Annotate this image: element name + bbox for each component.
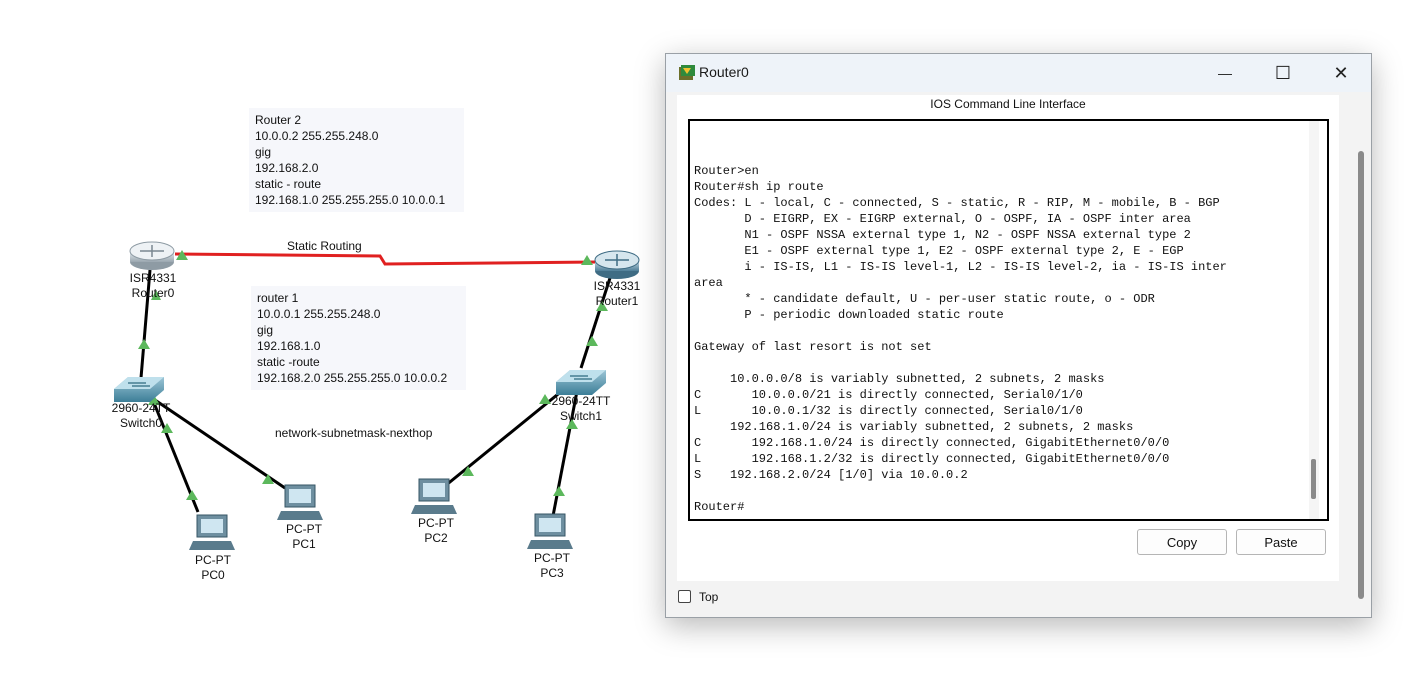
terminal-scroll-thumb[interactable]: [1311, 459, 1316, 499]
cli-heading: IOS Command Line Interface: [930, 97, 1086, 111]
terminal-line: 10.0.0.0/8 is variably subnetted, 2 subn…: [694, 372, 1105, 386]
close-icon: ✕: [1333, 62, 1349, 83]
device-model: PC-PT: [195, 553, 231, 567]
terminal-line: L 192.168.1.2/32 is directly connected, …: [694, 452, 1170, 466]
note-line: static - route: [255, 177, 322, 191]
device-name: Switch1: [559, 409, 603, 423]
terminal-line: S 192.168.2.0/24 [1/0] via 10.0.0.2: [694, 468, 968, 482]
switch0-icon[interactable]: [114, 377, 164, 402]
pc3-label: PC-PT PC3: [534, 551, 570, 581]
terminal-line: D - EIGRP, EX - EIGRP external, O - OSPF…: [694, 212, 1191, 226]
terminal-line: P - periodic downloaded static route: [694, 308, 1004, 322]
topology-canvas[interactable]: Router 2 10.0.0.2 255.255.248.0 gig 192.…: [0, 0, 660, 679]
maximize-icon: ☐: [1274, 62, 1292, 83]
note-router1[interactable]: router 1 10.0.0.1 255.255.248.0 gig 192.…: [251, 286, 466, 390]
router0-icon[interactable]: [129, 241, 175, 270]
link-switch1-pc2[interactable]: [444, 384, 569, 488]
terminal-line: E1 - OSPF external type 1, E2 - OSPF ext…: [694, 244, 1184, 258]
minimize-button[interactable]: —: [1196, 54, 1254, 92]
terminal-line: Gateway of last resort is not set: [694, 340, 932, 354]
device-model: ISR4331: [593, 279, 641, 293]
router1-label: ISR4331 Router1: [594, 279, 641, 309]
window-title: Router0: [699, 64, 749, 80]
serial-link[interactable]: [174, 252, 597, 266]
pc2-label: PC-PT PC2: [418, 516, 454, 546]
device-model: 2960-24TT: [551, 394, 611, 408]
terminal-output: Router>en Router#sh ip route Codes: L - …: [694, 163, 1227, 515]
note-line: static -route: [257, 355, 320, 369]
device-name: Router1: [595, 294, 639, 308]
note-router2[interactable]: Router 2 10.0.0.2 255.255.248.0 gig 192.…: [249, 108, 464, 212]
window-scrollbar[interactable]: [1354, 95, 1368, 599]
topology-caption: network-subnetmask-nexthop: [275, 426, 433, 440]
note-line: 192.168.2.0 255.255.255.0 10.0.0.2: [257, 371, 448, 385]
device-model: 2960-24TT: [111, 401, 171, 415]
router1-icon[interactable]: [594, 250, 640, 279]
switch0-label: 2960-24TT Switch0: [112, 401, 171, 431]
link-switch0-pc1[interactable]: [151, 396, 286, 490]
note-line: 10.0.0.1 255.255.248.0: [257, 307, 381, 321]
cli-terminal[interactable]: Router>en Router#sh ip route Codes: L - …: [688, 119, 1329, 521]
terminal-line: C 192.168.1.0/24 is directly connected, …: [694, 436, 1170, 450]
terminal-line: Router#sh ip route: [694, 180, 824, 194]
note-line: 10.0.0.2 255.255.248.0: [255, 129, 379, 143]
device-name: Router0: [131, 286, 175, 300]
device-name: PC2: [424, 531, 448, 545]
pc1-icon[interactable]: [277, 484, 323, 520]
copy-button[interactable]: Copy: [1137, 529, 1227, 555]
maximize-button[interactable]: ☐: [1254, 54, 1312, 92]
device-name: Switch0: [119, 416, 163, 430]
terminal-line: * - candidate default, U - per-user stat…: [694, 292, 1155, 306]
terminal-scrollbar[interactable]: [1309, 121, 1319, 519]
window-scroll-thumb[interactable]: [1358, 151, 1364, 599]
close-button[interactable]: ✕: [1312, 54, 1370, 92]
note-line: 192.168.1.0 255.255.255.0 10.0.0.1: [255, 193, 446, 207]
cli-panel: IOS Command Line Interface Router>en Rou…: [677, 95, 1339, 581]
terminal-line: L 10.0.0.1/32 is directly connected, Ser…: [694, 404, 1083, 418]
packet-tracer-icon: [679, 65, 695, 80]
device-model: PC-PT: [534, 551, 570, 565]
top-checkbox-label: Top: [699, 590, 719, 604]
device-name: PC0: [201, 568, 225, 582]
note-line: gig: [255, 145, 272, 159]
terminal-line: Router#: [694, 500, 745, 514]
note-line: router 1: [257, 291, 299, 305]
device-model: PC-PT: [286, 522, 322, 536]
top-checkbox[interactable]: [678, 590, 691, 603]
device-name: PC3: [540, 566, 564, 580]
terminal-line: Router>en: [694, 164, 759, 178]
terminal-line: i - IS-IS, L1 - IS-IS level-1, L2 - IS-I…: [694, 260, 1227, 274]
terminal-line: Codes: L - local, C - connected, S - sta…: [694, 196, 1220, 210]
terminal-line: C 10.0.0.0/21 is directly connected, Ser…: [694, 388, 1083, 402]
device-model: PC-PT: [418, 516, 454, 530]
pc2-icon[interactable]: [411, 478, 457, 514]
note-line: 192.168.2.0: [255, 161, 319, 175]
link-label: Static Routing: [287, 239, 362, 253]
pc3-icon[interactable]: [527, 513, 573, 549]
terminal-line: N1 - OSPF NSSA external type 1, N2 - OSP…: [694, 228, 1191, 242]
terminal-line: 192.168.1.0/24 is variably subnetted, 2 …: [694, 420, 1134, 434]
switch1-icon[interactable]: [556, 370, 606, 395]
note-line: Router 2: [255, 113, 302, 127]
router0-label: ISR4331 Router0: [130, 271, 177, 301]
device-model: ISR4331: [129, 271, 177, 285]
switch1-label: 2960-24TT Switch1: [552, 394, 611, 424]
minimize-icon: —: [1218, 65, 1232, 81]
window-titlebar[interactable]: Router0 — ☐ ✕: [666, 54, 1371, 92]
terminal-line: area: [694, 276, 723, 290]
note-line: 192.168.1.0: [257, 339, 321, 353]
pc0-icon[interactable]: [189, 514, 235, 550]
pc0-label: PC-PT PC0: [195, 553, 231, 583]
paste-button[interactable]: Paste: [1236, 529, 1326, 555]
router0-window[interactable]: Router0 — ☐ ✕ IOS Command Line Interface…: [665, 53, 1372, 618]
note-line: gig: [257, 323, 274, 337]
device-name: PC1: [292, 537, 316, 551]
pc1-label: PC-PT PC1: [286, 522, 322, 552]
